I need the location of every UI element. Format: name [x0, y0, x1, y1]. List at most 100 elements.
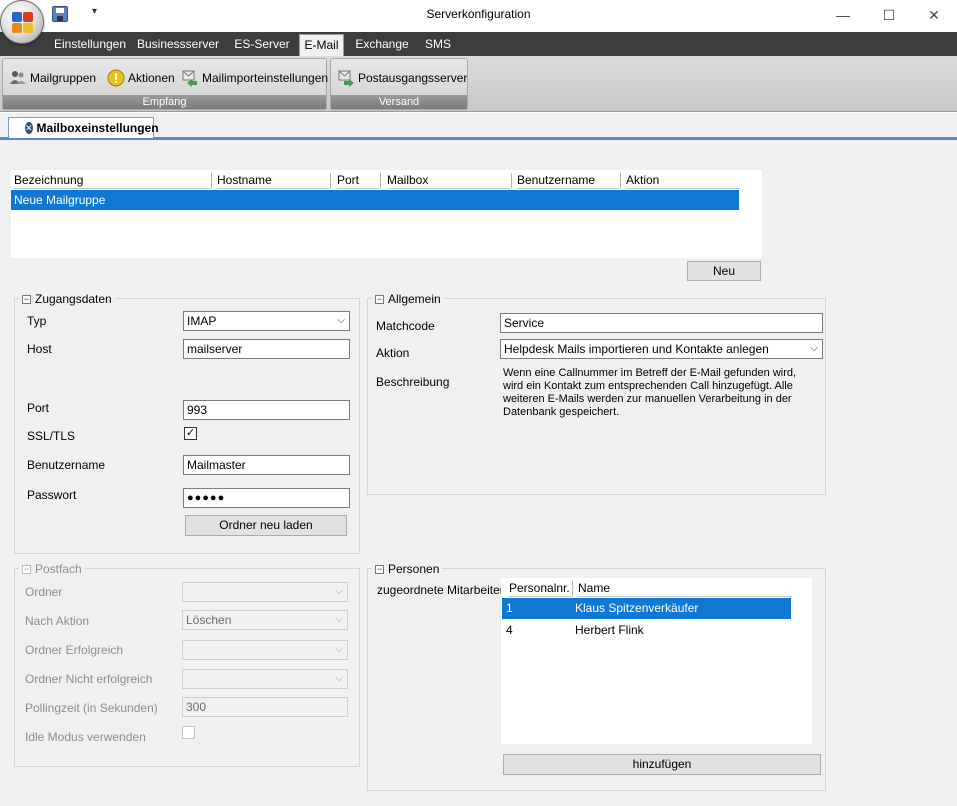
chevron-down-icon: ⌵: [335, 614, 343, 625]
host-label: Host: [27, 342, 52, 356]
chevron-down-icon: ⌵: [335, 673, 343, 684]
close-button[interactable]: ✕: [911, 0, 957, 30]
ssl-label: SSL/TLS: [27, 429, 76, 443]
ribbon-group-caption-versand: Versand: [331, 95, 467, 109]
tab-einstellungen[interactable]: Einstellungen: [50, 32, 130, 56]
tab-mailboxeinstellungen[interactable]: ✕ Mailboxeinstellungen: [8, 117, 159, 138]
mailimporteinstellungen-button[interactable]: Mailimporteinstellungen: [181, 67, 328, 89]
tab-es-server[interactable]: ES-Server: [229, 32, 295, 56]
app-menu-button[interactable]: [0, 0, 44, 44]
mail-import-icon: [181, 69, 199, 87]
minimize-button[interactable]: —: [820, 0, 866, 30]
column-separator: [330, 173, 331, 188]
tab-exchange[interactable]: Exchange: [351, 32, 413, 56]
mailgroup-grid[interactable]: Bezeichnung Hostname Port Mailbox Benutz…: [11, 170, 762, 258]
beschreibung-label: Beschreibung: [376, 375, 450, 389]
person-grid[interactable]: Personalnr. Name 1 Klaus Spitzenverkäufe…: [501, 578, 812, 744]
group-title-personen[interactable]: − Personen: [372, 562, 443, 576]
passwort-field[interactable]: ●●●●●: [183, 488, 350, 508]
people-icon: [9, 69, 27, 87]
nach-aktion-select[interactable]: Löschen ⌵: [182, 610, 348, 630]
column-header-benutzername[interactable]: Benutzername: [517, 172, 620, 189]
neu-button[interactable]: Neu: [687, 261, 761, 281]
ordner-nicht-erfolgreich-select[interactable]: ⌵: [182, 669, 348, 689]
column-header-port[interactable]: Port: [337, 172, 380, 189]
zugangsdaten-title: Zugangsdaten: [35, 292, 112, 306]
typ-select[interactable]: IMAP ⌵: [183, 311, 350, 331]
ribbon-group-empfang: Mailgruppen Aktionen Mailimporteinstellu…: [2, 58, 328, 110]
aktion-select[interactable]: Helpdesk Mails importieren und Kontakte …: [500, 339, 823, 359]
group-title-allgemein[interactable]: − Allgemein: [372, 292, 444, 306]
column-header-hostname[interactable]: Hostname: [217, 172, 330, 189]
ordner-nicht-erfolgreich-label: Ordner Nicht erfolgreich: [25, 672, 153, 686]
host-field[interactable]: mailserver: [183, 339, 350, 359]
idle-modus-checkbox[interactable]: [182, 726, 195, 739]
collapse-icon[interactable]: −: [22, 294, 31, 304]
column-header-bezeichnung[interactable]: Bezeichnung: [14, 172, 211, 189]
ordner-erfolgreich-label: Ordner Erfolgreich: [25, 643, 124, 657]
allgemein-title: Allgemein: [388, 292, 441, 306]
ribbon-tab-strip: Einstellungen Businessserver ES-Server E…: [0, 32, 957, 56]
postausgangsserver-label: Postausgangsserver: [358, 71, 468, 85]
column-separator: [572, 581, 573, 596]
postfach-title: Postfach: [35, 562, 82, 576]
passwort-label: Passwort: [27, 488, 77, 502]
nach-aktion-label: Nach Aktion: [25, 614, 90, 628]
matchcode-label: Matchcode: [376, 319, 435, 333]
column-header-aktion[interactable]: Aktion: [626, 172, 739, 189]
close-tab-icon[interactable]: ✕: [25, 122, 33, 134]
postausgangsserver-button[interactable]: Postausgangsserver: [337, 67, 467, 89]
benutzername-field[interactable]: Mailmaster: [183, 455, 350, 475]
tab-mailboxeinstellungen-label: Mailboxeinstellungen: [36, 121, 159, 135]
pollingzeit-field[interactable]: 300: [182, 697, 348, 717]
nach-aktion-value: Löschen: [186, 613, 232, 627]
table-row[interactable]: 1 Klaus Spitzenverkäufer: [502, 598, 791, 619]
ssl-checkbox[interactable]: ✓: [184, 427, 197, 440]
column-separator: [380, 173, 381, 188]
chevron-down-icon: ⌵: [337, 315, 345, 326]
collapse-icon[interactable]: −: [22, 564, 31, 574]
chevron-down-icon: ⌵: [810, 343, 818, 354]
hinzufuegen-button[interactable]: hinzufügen: [503, 754, 821, 775]
column-separator: [620, 173, 621, 188]
ordner-neu-laden-button[interactable]: Ordner neu laden: [185, 515, 347, 536]
ordner-erfolgreich-select[interactable]: ⌵: [182, 640, 348, 660]
column-header-personalnr[interactable]: Personalnr.: [509, 580, 573, 597]
cell-personalnr: 4: [506, 623, 513, 637]
column-separator: [211, 173, 212, 188]
mailgruppen-button[interactable]: Mailgruppen: [9, 67, 96, 89]
column-header-mailbox[interactable]: Mailbox: [387, 172, 511, 189]
table-row[interactable]: Neue Mailgruppe: [11, 190, 739, 210]
zugeordnete-mitarbeiter-label: zugeordnete Mitarbeiter: [377, 583, 504, 597]
aktionen-button[interactable]: Aktionen: [107, 67, 175, 89]
pollingzeit-label: Pollingzeit (in Sekunden): [25, 701, 158, 715]
mailimporteinstellungen-label: Mailimporteinstellungen: [202, 71, 329, 85]
matchcode-field[interactable]: Service: [500, 313, 823, 333]
app-logo-yellow: [23, 23, 33, 33]
chevron-down-icon: ⌵: [335, 586, 343, 597]
personen-title: Personen: [388, 562, 440, 576]
cell-personalnr: 1: [506, 601, 513, 615]
app-logo-blue: [12, 12, 22, 22]
port-field[interactable]: 993: [183, 400, 350, 420]
tab-sms[interactable]: SMS: [419, 32, 457, 56]
tab-businessserver[interactable]: Businessserver: [134, 32, 222, 56]
tab-e-mail[interactable]: E-Mail: [299, 34, 344, 56]
group-title-postfach[interactable]: − Postfach: [19, 562, 85, 576]
group-title-zugangsdaten[interactable]: − Zugangsdaten: [19, 292, 115, 306]
cell-name: Klaus Spitzenverkäufer: [575, 601, 699, 615]
app-logo-red: [23, 12, 33, 22]
idle-modus-label: Idle Modus verwenden: [25, 730, 146, 744]
mail-send-icon: [337, 69, 355, 87]
maximize-button[interactable]: ☐: [866, 0, 912, 30]
column-header-name[interactable]: Name: [578, 580, 791, 597]
table-row[interactable]: 4 Herbert Flink: [502, 620, 791, 641]
ribbon-panel: Mailgruppen Aktionen Mailimporteinstellu…: [0, 56, 957, 112]
collapse-icon[interactable]: −: [375, 564, 384, 574]
collapse-icon[interactable]: −: [375, 294, 384, 304]
aktionen-label: Aktionen: [128, 71, 175, 85]
cell-name: Herbert Flink: [575, 623, 644, 637]
window-title: Serverkonfiguration: [426, 7, 531, 21]
ordner-select[interactable]: ⌵: [182, 582, 348, 602]
mailgruppen-label: Mailgruppen: [30, 71, 97, 85]
